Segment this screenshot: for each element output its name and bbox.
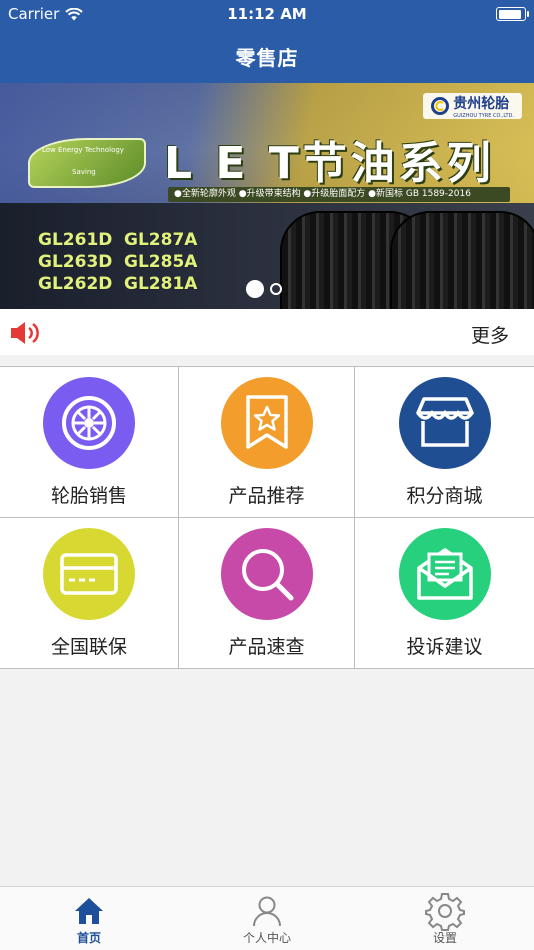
model-code: GL263D — [38, 252, 113, 272]
bottom-tab-bar: 首页 个人中心 设置 — [0, 886, 534, 950]
page-dot-active[interactable] — [246, 280, 264, 298]
product-search-icon-circle — [220, 528, 313, 620]
battery-fill — [498, 9, 521, 19]
tab-label: 个人中心 — [242, 931, 291, 945]
app-screen: Carrier 11:12 AM 零售店 贵州轮胎 GUIZHOU TYRE C… — [0, 0, 534, 950]
leaf-line: Low Energy Technology — [42, 146, 124, 154]
model-list: GL261D GL287A GL263D GL285A GL262D GL281A — [38, 229, 218, 295]
tab-label: 设置 — [432, 931, 457, 945]
banner-features: ●全新轮廓外观 ●升级带束结构 ●升级胎面配方 ●新国标 GB 1589-201… — [168, 187, 510, 202]
model-code: GL287A — [124, 230, 198, 250]
search-icon — [241, 549, 293, 601]
model-code: GL285A — [124, 252, 198, 272]
grid-item-national-warranty[interactable]: 全国联保 — [0, 518, 179, 669]
grid-item-label: 全国联保 — [50, 636, 127, 658]
card-icon — [60, 553, 118, 595]
promo-banner[interactable]: 贵州轮胎 GUIZHOU TYRE CO.,LTD. Low Energy Te… — [0, 83, 534, 309]
model-code: GL281A — [124, 274, 198, 294]
speaker-icon — [11, 322, 39, 344]
tire-icon — [62, 396, 116, 450]
more-link[interactable]: 更多 — [471, 321, 509, 348]
star-ribbon-icon — [245, 395, 288, 449]
status-bar: Carrier 11:12 AM — [0, 0, 534, 28]
home-icon — [75, 898, 103, 924]
feature-grid: 轮胎销售 产品推荐 积分商城 全国联保 产品速查 投诉建议 — [0, 366, 534, 669]
page-title: 零售店 — [235, 46, 299, 70]
grid-item-label: 积分商城 — [406, 485, 483, 507]
grid-item-label: 轮胎销售 — [50, 485, 127, 507]
mail-icon — [416, 548, 473, 600]
brand-name: 贵州轮胎 — [453, 96, 510, 112]
navigation-header: Carrier 11:12 AM 零售店 — [0, 0, 534, 83]
grid-item-label: 产品速查 — [228, 636, 305, 658]
grid-item-product-search[interactable]: 产品速查 — [179, 518, 355, 669]
tire-sales-icon-circle — [43, 377, 135, 469]
tab-home[interactable]: 首页 — [29, 893, 149, 946]
model-code: GL261D — [38, 230, 113, 250]
battery-icon — [496, 7, 529, 21]
tab-label: 首页 — [76, 931, 101, 945]
tab-settings[interactable]: 设置 — [385, 893, 505, 946]
energy-leaf-badge: Low Energy Technology Saving — [28, 138, 146, 188]
brand-subtitle: GUIZHOU TYRE CO.,LTD. — [453, 113, 514, 119]
leaf-line: Saving — [72, 168, 96, 176]
page-indicator[interactable] — [246, 280, 282, 298]
product-recommend-icon-circle — [220, 377, 313, 469]
grid-item-label: 投诉建议 — [406, 636, 483, 658]
tab-profile[interactable]: 个人中心 — [207, 893, 327, 946]
grid-item-feedback[interactable]: 投诉建议 — [355, 518, 534, 669]
gear-icon — [425, 893, 465, 931]
model-code: GL262D — [38, 274, 113, 294]
store-icon — [415, 397, 474, 447]
grid-item-points-mall[interactable]: 积分商城 — [355, 367, 534, 518]
points-mall-icon-circle — [398, 377, 491, 469]
banner-slogan: L E T节油系列 — [164, 138, 495, 189]
grid-item-tire-sales[interactable]: 轮胎销售 — [0, 367, 179, 518]
status-time: 11:12 AM — [227, 5, 307, 23]
grid-item-product-recommend[interactable]: 产品推荐 — [179, 367, 355, 518]
warranty-icon-circle — [43, 528, 135, 620]
grid-item-label: 产品推荐 — [228, 485, 305, 507]
brand-logo: 贵州轮胎 GUIZHOU TYRE CO.,LTD. — [423, 93, 522, 119]
page-dot[interactable] — [270, 283, 282, 295]
feedback-icon-circle — [398, 528, 491, 620]
user-icon — [253, 896, 281, 927]
brand-mark-icon — [431, 97, 450, 115]
announcement-bar: 更多 — [0, 309, 534, 355]
tire-image — [390, 211, 534, 309]
